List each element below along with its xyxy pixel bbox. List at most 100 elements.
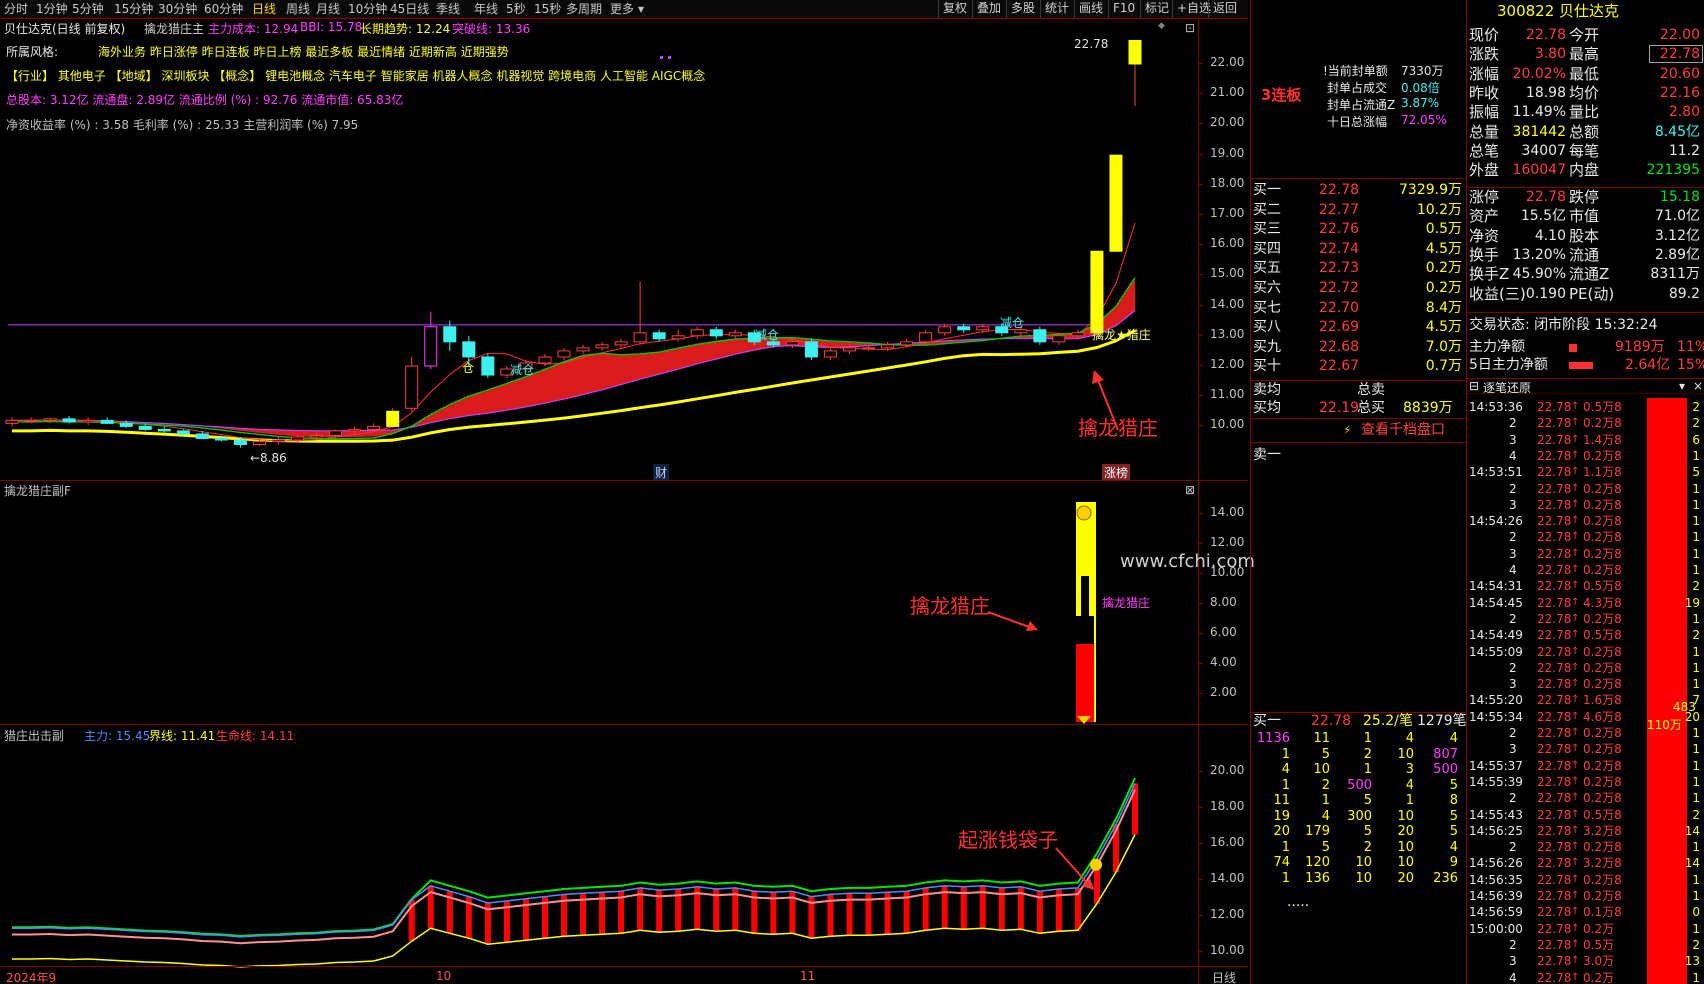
toolbar-button-3[interactable]: 统计 — [1040, 0, 1073, 18]
queue-cell: 20 — [1397, 870, 1414, 886]
more-chevron-icon[interactable]: ▾ — [638, 1, 644, 17]
ytick-mark — [1198, 425, 1203, 427]
period-tab-9[interactable]: 10分钟 — [348, 1, 387, 17]
tick-up-arrow-icon: ↑ — [1571, 873, 1580, 885]
stat-label-2: 今开 — [1569, 26, 1600, 44]
period-tab-0[interactable]: 分时 — [4, 1, 28, 17]
net5-pct: 15% — [1677, 357, 1704, 373]
stat-value: 34007 — [1521, 142, 1566, 159]
period-tab-7[interactable]: 周线 — [286, 1, 310, 17]
tick-seq: 2 — [1509, 726, 1517, 740]
period-tab-4[interactable]: 30分钟 — [158, 1, 197, 17]
ticks-title[interactable]: 逐笔还原 — [1483, 379, 1531, 396]
annotation-jiancang-2: 减仓 — [755, 328, 780, 342]
ytick-mark — [1198, 543, 1203, 544]
ytick: 20.00 — [1210, 115, 1245, 130]
stat-label-2: 均价 — [1569, 83, 1600, 102]
tick-up-arrow-icon: ↑ — [1571, 433, 1580, 445]
toolbar-button-2[interactable]: 多股 — [1006, 0, 1039, 18]
toolbar-button-0[interactable]: 复权 — [938, 0, 971, 18]
ytick: 18.00 — [1210, 175, 1245, 190]
ytick-mark — [1198, 807, 1203, 808]
ticks-close-icon[interactable]: × — [1693, 379, 1703, 393]
toolbar-button-5[interactable]: F10 — [1108, 0, 1139, 18]
tick-price: 22.78 — [1537, 693, 1572, 708]
period-tab-3[interactable]: 15分钟 — [114, 1, 153, 17]
tick-count: 1 — [1692, 497, 1700, 512]
period-tab-5[interactable]: 60分钟 — [204, 1, 243, 17]
stat-value-2: 11.2 — [1668, 142, 1700, 159]
period-tab-13[interactable]: 5秒 — [506, 1, 526, 17]
toolbar-button-6[interactable]: 标记 — [1140, 0, 1173, 18]
period-tab-16[interactable]: 更多 — [610, 1, 634, 17]
bid-volume: 0.7万 — [1425, 358, 1462, 375]
stat-value-2: 2.89亿 — [1654, 246, 1700, 263]
tick-price: 22.78 — [1537, 791, 1572, 806]
stat-label: 外盘 — [1469, 161, 1500, 180]
tick-count: 2 — [1692, 416, 1700, 431]
tick-volume: 4.6万8 — [1583, 709, 1622, 724]
sub1-chart[interactable] — [0, 480, 1198, 724]
candle-body — [348, 428, 362, 432]
period-tab-11[interactable]: 季线 — [436, 1, 460, 17]
tick-up-arrow-icon: ↑ — [1571, 743, 1580, 755]
period-tab-10[interactable]: 45日线 — [390, 1, 429, 17]
tick-price: 22.78 — [1537, 726, 1572, 740]
period-tab-12[interactable]: 年线 — [474, 1, 498, 17]
toolbar-button-1[interactable]: 叠加 — [972, 0, 1005, 18]
tick-time: 14:55:09 — [1469, 644, 1523, 659]
period-tab-8[interactable]: 月线 — [316, 1, 340, 17]
tick-seq: 3 — [1509, 497, 1517, 512]
buy-avg: 22.19 — [1319, 400, 1360, 416]
period-tab-6[interactable]: 日线 — [252, 1, 276, 17]
tick-time: 14:55:39 — [1469, 774, 1523, 789]
toolbar-button-4[interactable]: 画线 — [1074, 0, 1107, 18]
panel-close-icon[interactable]: ⊠ — [1185, 483, 1195, 497]
period-tab-15[interactable]: 多周期 — [566, 1, 602, 17]
candle-body — [900, 341, 914, 346]
annotation-jiancang-1: 减仓 — [510, 363, 535, 377]
bid-price: 22.76 — [1319, 221, 1360, 238]
ytick-mark — [1198, 573, 1203, 574]
net-main: 9189万 — [1615, 339, 1665, 355]
period-tab-14[interactable]: 15秒 — [534, 1, 561, 17]
bid-label: 买八 — [1253, 319, 1281, 336]
tick-volume: 0.2万8 — [1583, 872, 1622, 887]
stat-label: 涨跌 — [1469, 45, 1500, 64]
tick-volume: 3.2万8 — [1583, 856, 1622, 871]
tick-count: 1 — [1692, 448, 1700, 463]
ticks-toggle-icon[interactable]: ⊟ — [1469, 379, 1479, 393]
tick-count: 13 — [1684, 954, 1700, 969]
total-buy-label: 总买 — [1357, 400, 1385, 416]
tick-volume: 1.1万8 — [1583, 465, 1622, 480]
xaxis-footer[interactable]: 日线 — [1212, 969, 1236, 984]
ytick-mark — [1198, 395, 1203, 397]
tick-up-arrow-icon: ↑ — [1571, 955, 1580, 967]
tick-volume: 0.5万8 — [1583, 628, 1622, 643]
ytick-mark — [1198, 93, 1203, 95]
ytick: 17.00 — [1210, 206, 1245, 220]
sell-one-label: 卖一 — [1253, 447, 1281, 463]
tick-count: 2 — [1692, 937, 1700, 952]
period-tab-1[interactable]: 1分钟 — [36, 1, 68, 17]
toolbar-button-8[interactable]: 返回 — [1208, 0, 1241, 18]
candle-body — [976, 326, 990, 331]
ytick-mark — [1198, 153, 1203, 155]
queue-head-price: 22.78 — [1311, 713, 1352, 729]
chart-settings-icon[interactable]: ⊡ — [1185, 21, 1195, 35]
tick-count: 1 — [1692, 726, 1700, 740]
tick-count: 14 — [1684, 823, 1700, 838]
tick-price: 22.78 — [1537, 416, 1572, 431]
tick-seq: 3 — [1509, 742, 1517, 757]
tick-count: 1 — [1692, 530, 1700, 545]
view-depth-button[interactable]: 查看千档盘口 — [1361, 421, 1445, 439]
tick-time: 14:56:35 — [1469, 872, 1523, 887]
watermark: www.cfchi.com — [1120, 551, 1255, 572]
ticks-dropdown-icon[interactable]: ▾ — [1679, 379, 1685, 393]
period-tab-2[interactable]: 5分钟 — [72, 1, 104, 17]
seal-deal: 0.08倍 — [1401, 81, 1440, 95]
high-value-highlight — [1649, 45, 1703, 63]
main-candlestick-chart[interactable] — [0, 18, 1198, 480]
candle-body — [1090, 250, 1104, 334]
panel-settings-icon-2[interactable]: ◆ — [1158, 21, 1165, 31]
